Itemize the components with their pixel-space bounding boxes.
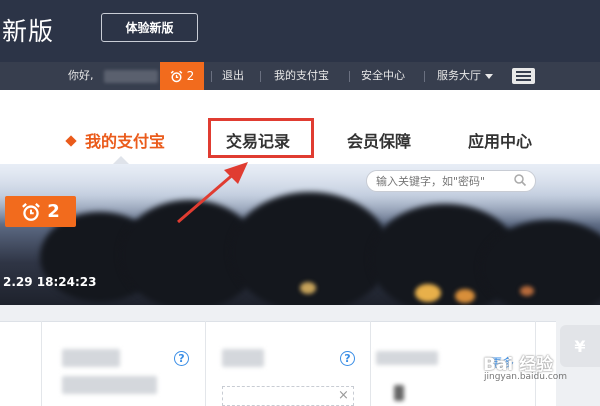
card-divider bbox=[370, 321, 371, 406]
watermark-url: jingyan.baidu.com bbox=[484, 372, 568, 382]
last-login-time: 2.29 18:24:23 bbox=[3, 275, 97, 289]
active-diamond-icon bbox=[65, 134, 77, 147]
chevron-down-icon bbox=[485, 73, 493, 79]
security-center-link[interactable]: 安全中心 bbox=[361, 62, 405, 90]
service-hall-label: 服务大厅 bbox=[437, 69, 481, 82]
reminder-count: 2 bbox=[47, 201, 60, 222]
separator bbox=[260, 71, 261, 82]
reminder-badge[interactable]: 2 bbox=[5, 196, 76, 227]
search-input[interactable] bbox=[366, 170, 536, 192]
nav-label: 我的支付宝 bbox=[85, 132, 166, 151]
nav-item-my-alipay[interactable]: 我的支付宝 bbox=[65, 128, 166, 152]
help-icon[interactable]: ? bbox=[340, 351, 355, 366]
blurred-balance bbox=[62, 349, 120, 367]
user-bar: 你好, 2 退出 我的支付宝 安全中心 服务大厅 bbox=[0, 62, 600, 90]
nav-item-member-protection[interactable]: 会员保障 bbox=[347, 128, 411, 152]
my-alipay-link[interactable]: 我的支付宝 bbox=[274, 62, 329, 90]
annotation-arrow-icon bbox=[177, 162, 248, 224]
top-banner: 新版 体验新版 bbox=[0, 0, 600, 62]
alarm-clock-icon bbox=[170, 70, 182, 82]
search-icon[interactable] bbox=[513, 173, 527, 187]
logout-link[interactable]: 退出 bbox=[222, 62, 244, 90]
blurred-icon bbox=[394, 385, 404, 401]
yen-side-tab[interactable]: ¥ bbox=[560, 325, 600, 367]
separator bbox=[349, 71, 350, 82]
banner-title: 新版 bbox=[2, 17, 55, 46]
service-hall-link[interactable]: 服务大厅 bbox=[437, 62, 493, 90]
card-divider bbox=[41, 321, 42, 406]
blurred-balance bbox=[222, 349, 264, 367]
blurred-text bbox=[376, 351, 438, 365]
alarm-clock-icon bbox=[22, 202, 41, 221]
username-blurred bbox=[104, 70, 158, 83]
dashed-placeholder-box bbox=[222, 386, 354, 406]
nav-active-pointer bbox=[113, 156, 129, 164]
notification-button[interactable]: 2 bbox=[160, 62, 204, 90]
notification-count: 2 bbox=[186, 69, 195, 83]
nav-item-app-center[interactable]: 应用中心 bbox=[468, 128, 532, 152]
try-new-version-button[interactable]: 体验新版 bbox=[101, 13, 198, 42]
card-divider bbox=[205, 321, 206, 406]
separator bbox=[424, 71, 425, 82]
help-icon[interactable]: ? bbox=[174, 351, 189, 366]
blurred-amount bbox=[62, 376, 157, 394]
separator bbox=[211, 71, 212, 82]
greeting-text: 你好, bbox=[68, 69, 94, 82]
list-menu-button[interactable] bbox=[512, 68, 535, 84]
